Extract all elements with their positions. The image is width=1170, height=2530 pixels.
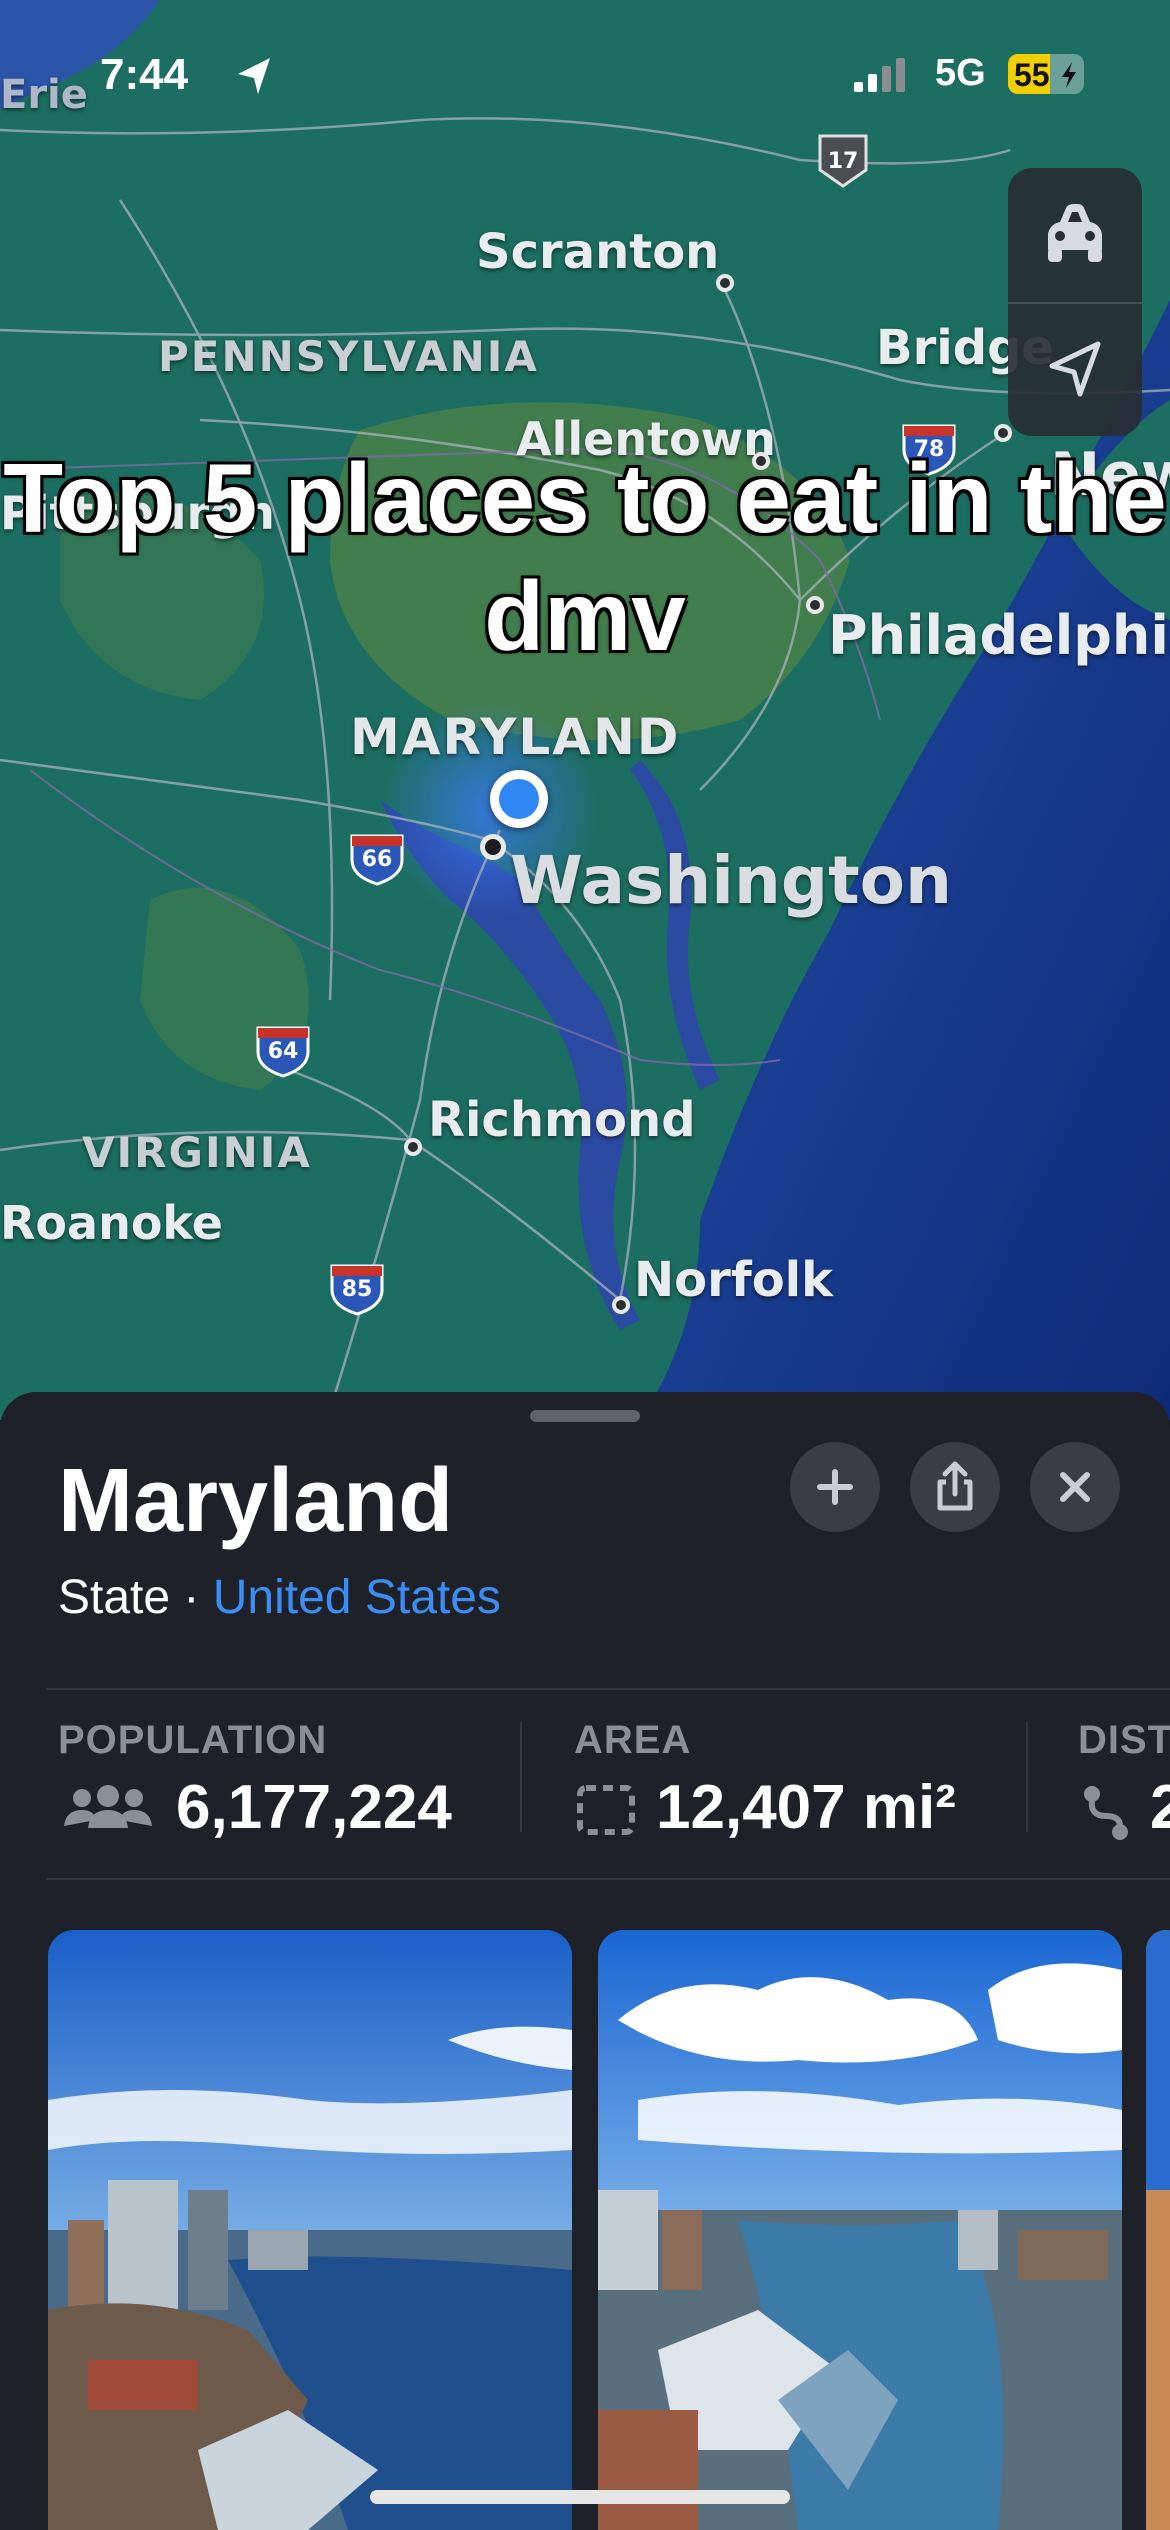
map-city-marker[interactable] <box>612 1296 630 1314</box>
car-icon <box>1048 204 1102 262</box>
map-label-maryland: MARYLAND <box>350 708 681 766</box>
cellular-signal-icon <box>854 58 905 92</box>
map-city-marker[interactable] <box>404 1138 422 1156</box>
plus-icon <box>817 1469 853 1505</box>
subtitle-separator: · <box>183 1571 200 1624</box>
map-label-virginia: VIRGINIA <box>82 1128 312 1177</box>
battery-percent: 55 <box>1014 57 1050 93</box>
place-photo-3[interactable] <box>1146 1930 1170 2530</box>
map-label-richmond[interactable]: Richmond <box>428 1092 696 1148</box>
map-label-scranton[interactable]: Scranton <box>476 224 719 280</box>
add-button[interactable] <box>790 1442 880 1532</box>
driving-mode-button[interactable] <box>1008 168 1142 302</box>
home-indicator[interactable] <box>370 2490 790 2504</box>
photo-3-edge <box>1146 1930 1170 2530</box>
current-location-button[interactable] <box>1008 304 1142 436</box>
status-bar: 7:44 5G 55 <box>0 44 1170 114</box>
place-photo-2[interactable] <box>598 1930 1122 2530</box>
stat-separator <box>1026 1722 1028 1832</box>
map-city-marker[interactable] <box>480 834 506 860</box>
section-divider <box>46 1688 1170 1690</box>
battery-indicator: 55 <box>1008 54 1084 94</box>
charging-bolt-icon <box>1062 62 1076 88</box>
map-city-marker[interactable] <box>716 274 734 292</box>
harbor-photo-2 <box>598 1930 1122 2530</box>
interstate-shield-64: 64 <box>254 1022 312 1078</box>
people-icon <box>64 1785 152 1828</box>
sheet-grabber[interactable] <box>530 1410 640 1422</box>
map-label-washington[interactable]: Washington <box>510 842 952 919</box>
selected-location-pin[interactable] <box>490 770 548 828</box>
map-view[interactable]: Erie Scranton PENNSYLVANIA Bridge Allent… <box>0 0 1170 1420</box>
map-label-norfolk[interactable]: Norfolk <box>634 1252 833 1308</box>
route-shield-17: 17 <box>814 132 872 188</box>
map-label-pennsylvania: PENNSYLVANIA <box>158 332 539 381</box>
stat-label-area: AREA <box>574 1718 692 1762</box>
stat-value-area: 12,407 mi² <box>656 1773 956 1842</box>
stat-value-population: 6,177,224 <box>176 1773 452 1842</box>
close-button[interactable] <box>1030 1442 1120 1532</box>
caption-line-2: dmv <box>483 559 688 672</box>
share-button[interactable] <box>910 1442 1000 1532</box>
share-icon <box>937 1461 973 1511</box>
caption-line-1: Top 5 places to eat in the <box>2 442 1169 555</box>
place-photo-1[interactable] <box>48 1930 572 2530</box>
network-type: 5G <box>935 52 986 94</box>
close-icon <box>1060 1472 1090 1502</box>
section-divider <box>46 1878 1170 1880</box>
map-label-roanoke[interactable]: Roanoke <box>0 1196 223 1250</box>
place-subtitle: State · United States <box>58 1570 501 1625</box>
distance-icon <box>1084 1786 1128 1840</box>
stat-label-population: POPULATION <box>58 1718 328 1762</box>
interstate-shield-66: 66 <box>348 830 406 886</box>
stat-value-distance: 2 <box>1150 1773 1170 1842</box>
map-controls <box>1008 168 1142 436</box>
video-caption: Top 5 places to eat in the dmv <box>0 440 1170 675</box>
location-arrow-icon <box>1049 341 1101 397</box>
status-time: 7:44 <box>100 50 189 99</box>
place-title: Maryland <box>58 1451 454 1551</box>
stat-label-distance: DIST <box>1078 1718 1170 1762</box>
place-type: State <box>58 1571 171 1624</box>
country-link[interactable]: United States <box>213 1571 501 1624</box>
location-services-icon <box>238 58 270 94</box>
area-icon <box>577 1785 635 1835</box>
harbor-photo-1 <box>48 1930 572 2530</box>
stat-separator <box>520 1722 522 1832</box>
interstate-shield-85: 85 <box>328 1260 386 1316</box>
